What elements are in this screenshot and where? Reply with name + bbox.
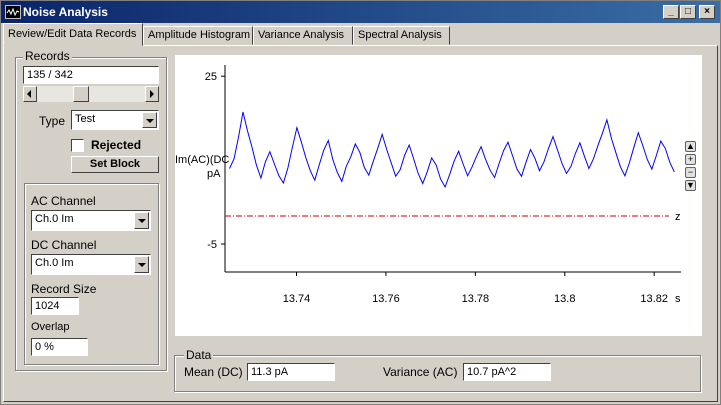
tab-review-edit-data-records[interactable]: Review/Edit Data Records: [3, 23, 143, 46]
x-tick-label: 13.74: [283, 293, 311, 305]
noise-trace-series: [229, 111, 675, 189]
ac-channel-value: Ch.0 Im: [35, 213, 74, 225]
overlap-label: Overlap: [31, 321, 70, 333]
x-tick-label: 13.82: [640, 293, 668, 305]
title-bar[interactable]: Noise Analysis _ □ ×: [1, 1, 720, 23]
zoom-out-button[interactable]: −: [685, 167, 696, 178]
type-select-value: Test: [75, 113, 96, 125]
scroll-left-button[interactable]: [23, 86, 37, 102]
tab-variance-analysis[interactable]: Variance Analysis: [253, 26, 353, 45]
minus-icon: −: [687, 167, 694, 177]
type-label: Type: [39, 114, 66, 128]
maximize-button[interactable]: □: [680, 5, 696, 19]
arrow-right-icon: [150, 90, 154, 98]
dc-channel-select[interactable]: Ch.0 Im: [31, 254, 151, 275]
scroll-right-button[interactable]: [145, 86, 159, 102]
ac-channel-label: AC Channel: [31, 194, 96, 208]
rejected-label: Rejected: [91, 138, 142, 152]
x-unit-label: s: [675, 293, 681, 305]
x-tick-label: 13.76: [372, 293, 400, 305]
record-scrollbar[interactable]: [23, 86, 159, 102]
zoom-down-button[interactable]: ▼: [685, 180, 696, 191]
minimize-icon: _: [668, 6, 674, 17]
tab-amplitude-histogram[interactable]: Amplitude Histogram: [143, 26, 253, 45]
noise-analysis-window: Noise Analysis _ □ × Review/Edit Data Re…: [0, 0, 721, 405]
dc-channel-label: DC Channel: [31, 238, 97, 252]
chevron-down-icon[interactable]: [134, 256, 149, 273]
arrow-left-icon: [27, 90, 31, 98]
window-title: Noise Analysis: [23, 5, 108, 19]
y-axis-label-line2: pA: [207, 168, 221, 180]
zoom-up-button[interactable]: ▲: [685, 141, 696, 152]
y-tick-label: -5: [207, 239, 217, 251]
record-size-field[interactable]: 1024: [31, 297, 79, 315]
zoom-in-button[interactable]: +: [685, 154, 696, 165]
y-tick-label: 25: [205, 71, 217, 83]
variance-ac-label: Variance (AC): [383, 365, 458, 379]
x-tick-label: 13.8: [554, 293, 575, 305]
close-button[interactable]: ×: [699, 5, 715, 19]
dc-channel-value: Ch.0 Im: [35, 257, 74, 269]
noise-chart: 25 -5 13.74 13.76 13.78 13.8 13.82 s Im(AC)(DC…: [175, 65, 681, 305]
zero-line-label: z: [675, 211, 681, 223]
record-size-label: Record Size: [31, 282, 97, 296]
y-axis-label-line1: Im(AC)(DC: [175, 154, 229, 166]
set-block-button[interactable]: Set Block: [71, 156, 159, 173]
noise-plot: 25 -5 13.74 13.76 13.78 13.8 13.82 s Im(AC)(DC…: [175, 55, 702, 336]
triangle-down-icon: ▼: [686, 180, 695, 190]
maximize-icon: □: [684, 6, 692, 17]
close-icon: ×: [704, 6, 710, 17]
rejected-checkbox[interactable]: [71, 139, 84, 152]
chevron-down-icon[interactable]: [134, 212, 149, 229]
chevron-down-icon[interactable]: [142, 112, 157, 128]
plus-icon: +: [687, 154, 694, 164]
tab-spectral-analysis[interactable]: Spectral Analysis: [353, 26, 450, 45]
overlap-field[interactable]: 0 %: [31, 338, 88, 356]
variance-ac-field[interactable]: 10.7 pA^2: [463, 363, 551, 381]
minimize-button[interactable]: _: [663, 5, 679, 19]
type-select[interactable]: Test: [71, 110, 159, 130]
mean-dc-label: Mean (DC): [184, 365, 243, 379]
triangle-up-icon: ▲: [686, 141, 695, 151]
mean-dc-field[interactable]: 11.3 pA: [247, 363, 335, 381]
records-group-label: Records: [23, 49, 72, 63]
scroll-thumb[interactable]: [73, 86, 89, 102]
ac-channel-select[interactable]: Ch.0 Im: [31, 210, 151, 231]
data-group-label: Data: [184, 348, 214, 362]
x-tick-label: 13.78: [462, 293, 490, 305]
app-icon: [5, 5, 21, 19]
record-number-field[interactable]: 135 / 342: [23, 66, 159, 84]
